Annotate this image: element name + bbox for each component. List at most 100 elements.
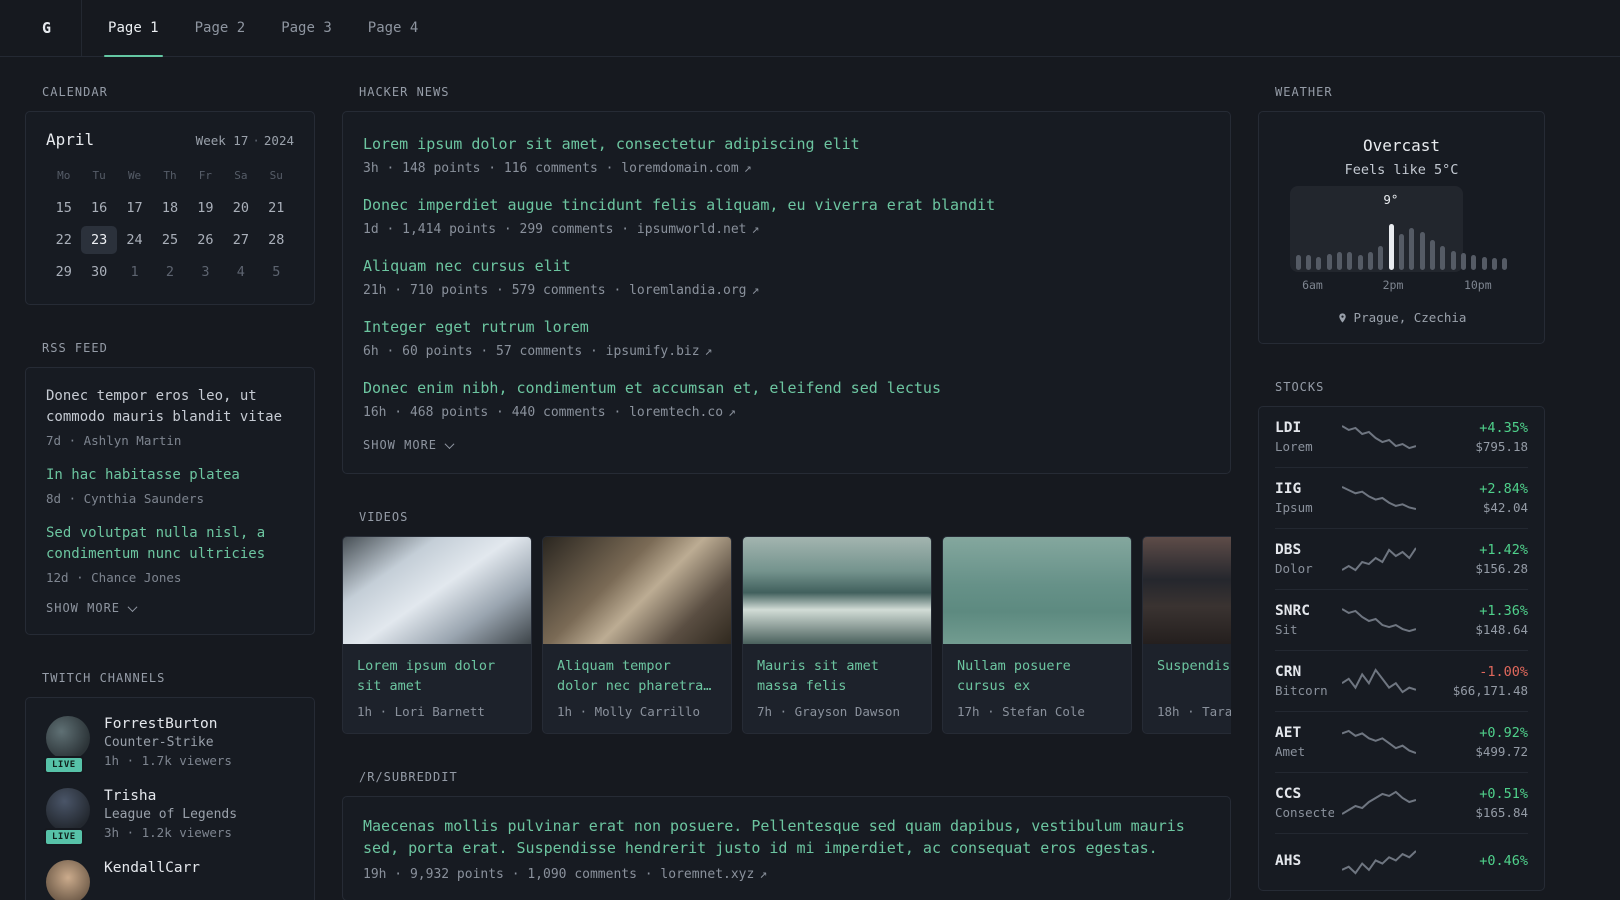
subreddit-post-title[interactable]: Maecenas mollis pulvinar erat non posuer… <box>363 815 1210 859</box>
video-card[interactable]: Lorem ipsum dolor sit amet consectetu… 1… <box>342 536 532 734</box>
video-meta: 17h · Stefan Cole <box>957 704 1085 719</box>
video-thumbnail[interactable] <box>943 537 1131 644</box>
weather-bar <box>1295 255 1301 270</box>
calendar-week-year: Week 17 · 2024 <box>196 133 294 148</box>
hn-show-more-button[interactable]: SHOW MORE <box>363 438 455 452</box>
rss-item-title[interactable]: In hac habitasse platea <box>46 465 294 486</box>
stock-row[interactable]: DBS Dolor +1.42% $156.28 <box>1275 528 1528 589</box>
hn-item-meta: 6h · 60 points · 57 comments · ipsumify.… <box>363 344 1210 359</box>
stock-price: $795.18 <box>1475 439 1528 454</box>
video-thumbnail[interactable] <box>343 537 531 644</box>
videos-widget: VIDEOS Lorem ipsum dolor sit amet consec… <box>342 510 1231 734</box>
stock-sparkline <box>1342 483 1420 513</box>
calendar-card: April Week 17 · 2024 Mo Tu We Th Fr Sa Su … <box>25 111 315 305</box>
video-card[interactable]: Aliquam tempor dolor nec pharetra… 1h · … <box>542 536 732 734</box>
twitch-channel-game: Counter-Strike <box>104 735 214 750</box>
video-card[interactable]: Nullam posuere cursus ex 17h · Stefan Co… <box>942 536 1132 734</box>
stock-row[interactable]: AET Amet +0.92% $499.72 <box>1275 711 1528 772</box>
hacker-news-card: Lorem ipsum dolor sit amet, consectetur … <box>342 111 1231 474</box>
video-thumbnail[interactable] <box>1143 537 1231 644</box>
twitch-channel-name[interactable]: KendallCarr <box>104 860 200 876</box>
calendar-day-outmonth: 1 <box>130 264 139 280</box>
app-logo[interactable]: G <box>42 0 83 56</box>
live-badge: LIVE <box>44 828 84 846</box>
weather-peak-temp: 9° <box>1383 192 1399 207</box>
weather-time-label: 2pm <box>1382 278 1404 292</box>
stock-row[interactable]: LDI Lorem +4.35% $795.18 <box>1275 407 1528 467</box>
tab-page-1[interactable]: Page 1 <box>104 0 163 57</box>
calendar-day: 16 <box>91 200 108 216</box>
tab-page-3[interactable]: Page 3 <box>277 0 336 56</box>
rss-card: Donec tempor eros leo, ut commodo mauris… <box>25 367 315 635</box>
calendar-day: 18 <box>161 200 179 216</box>
hn-item-title[interactable]: Aliquam nec cursus elit <box>363 256 1210 277</box>
stocks-widget: STOCKS LDI Lorem +4.35% $795.18 IIG Ipsum +… <box>1258 380 1545 891</box>
stocks-card: LDI Lorem +4.35% $795.18 IIG Ipsum +2.84% $4… <box>1258 406 1545 891</box>
stock-row[interactable]: CCS Consectetur +0.51% $165.84 <box>1275 772 1528 833</box>
twitch-channel-name[interactable]: Trisha <box>104 788 237 804</box>
stock-row[interactable]: SNRC Sit +1.36% $148.64 <box>1275 589 1528 650</box>
weather-time-label: 6am <box>1302 278 1323 292</box>
stock-row[interactable]: AHS +0.46% <box>1275 833 1528 890</box>
rss-item-title[interactable]: Donec tempor eros leo, ut commodo mauris… <box>46 386 294 428</box>
weather-bar <box>1357 255 1363 270</box>
twitch-channel-name[interactable]: ForrestBurton <box>104 716 232 732</box>
hn-item-title[interactable]: Donec enim nibh, condimentum et accumsan… <box>363 378 1210 399</box>
separator-dot: · <box>252 133 260 148</box>
stock-sparkline <box>1342 727 1420 757</box>
video-title[interactable]: Aliquam tempor dolor nec pharetra… <box>557 656 717 697</box>
hn-meta-text: 1d · 1,414 points · 299 comments · ipsum… <box>363 222 747 237</box>
video-title[interactable]: Mauris sit amet massa felis <box>757 656 917 697</box>
calendar-dow: Mo <box>57 169 71 182</box>
hn-item-title[interactable]: Integer eget rutrum lorem <box>363 317 1210 338</box>
stock-symbol: DBS <box>1275 542 1302 558</box>
calendar-day-outmonth: 5 <box>272 264 281 280</box>
weather-bar <box>1305 255 1311 270</box>
avatar <box>46 788 90 832</box>
twitch-channel-row[interactable]: LIVE Trisha League of Legends 3h · 1.2k … <box>44 788 294 846</box>
avatar <box>46 716 90 760</box>
video-title[interactable]: Suspendisse diam <box>1157 656 1231 697</box>
stock-row[interactable]: IIG Ipsum +2.84% $42.04 <box>1275 467 1528 528</box>
calendar-day-outmonth: 2 <box>165 264 175 280</box>
weather-bar <box>1347 252 1353 270</box>
video-thumbnail[interactable] <box>743 537 931 644</box>
video-thumbnail[interactable] <box>543 537 731 644</box>
calendar-dow: Fr <box>198 169 213 182</box>
weather-bar <box>1398 234 1404 270</box>
video-title[interactable]: Nullam posuere cursus ex <box>957 656 1117 697</box>
weather-bar <box>1429 240 1435 270</box>
stock-sparkline <box>1342 422 1420 452</box>
page-tabs: Page 1 Page 2 Page 3 Page 4 <box>104 0 423 57</box>
calendar-day: 15 <box>55 200 72 216</box>
calendar-dow: We <box>127 169 142 182</box>
weather-bar <box>1409 228 1415 270</box>
rss-show-more-button[interactable]: SHOW MORE <box>46 601 138 615</box>
hn-item-title[interactable]: Donec imperdiet augue tincidunt felis al… <box>363 195 1210 216</box>
right-column: WEATHER Overcast Feels like 5°C 9° 6am 2… <box>1258 85 1545 891</box>
hn-item-title[interactable]: Lorem ipsum dolor sit amet, consectetur … <box>363 134 1210 155</box>
weather-bar <box>1492 258 1498 270</box>
stocks-widget-title: STOCKS <box>1275 380 1325 394</box>
stock-name: Sit <box>1275 622 1298 637</box>
twitch-channel-row[interactable]: KendallCarr <box>46 860 294 900</box>
twitch-avatar-wrap: LIVE <box>44 788 90 846</box>
stock-sparkline <box>1342 847 1420 877</box>
video-card[interactable]: Suspendisse diam 18h · Tara <box>1142 536 1231 734</box>
external-link-icon: ↗ <box>704 344 713 359</box>
video-title[interactable]: Lorem ipsum dolor sit amet consectetu… <box>357 656 517 697</box>
twitch-channel-meta: 3h · 1.2k viewers <box>104 825 232 840</box>
video-card[interactable]: Mauris sit amet massa felis 7h · Grayson… <box>742 536 932 734</box>
weather-bar <box>1461 253 1466 270</box>
external-link-icon: ↗ <box>759 867 768 882</box>
stock-row[interactable]: CRN Bitcorn -1.00% $66,171.48 <box>1275 650 1528 711</box>
stock-symbol: SNRC <box>1275 603 1310 619</box>
tab-page-4[interactable]: Page 4 <box>364 0 423 56</box>
tab-page-2[interactable]: Page 2 <box>191 0 250 56</box>
rss-item-title[interactable]: Sed volutpat nulla nisl, a condimentum n… <box>46 523 294 565</box>
top-nav-bar: G Page 1 Page 2 Page 3 Page 4 <box>0 0 1620 57</box>
stock-symbol: AHS <box>1275 852 1302 869</box>
stock-name: Consectetur <box>1275 805 1334 820</box>
calendar-dow: Th <box>163 169 177 182</box>
twitch-channel-row[interactable]: LIVE ForrestBurton Counter-Strike 1h · 1… <box>44 716 294 774</box>
